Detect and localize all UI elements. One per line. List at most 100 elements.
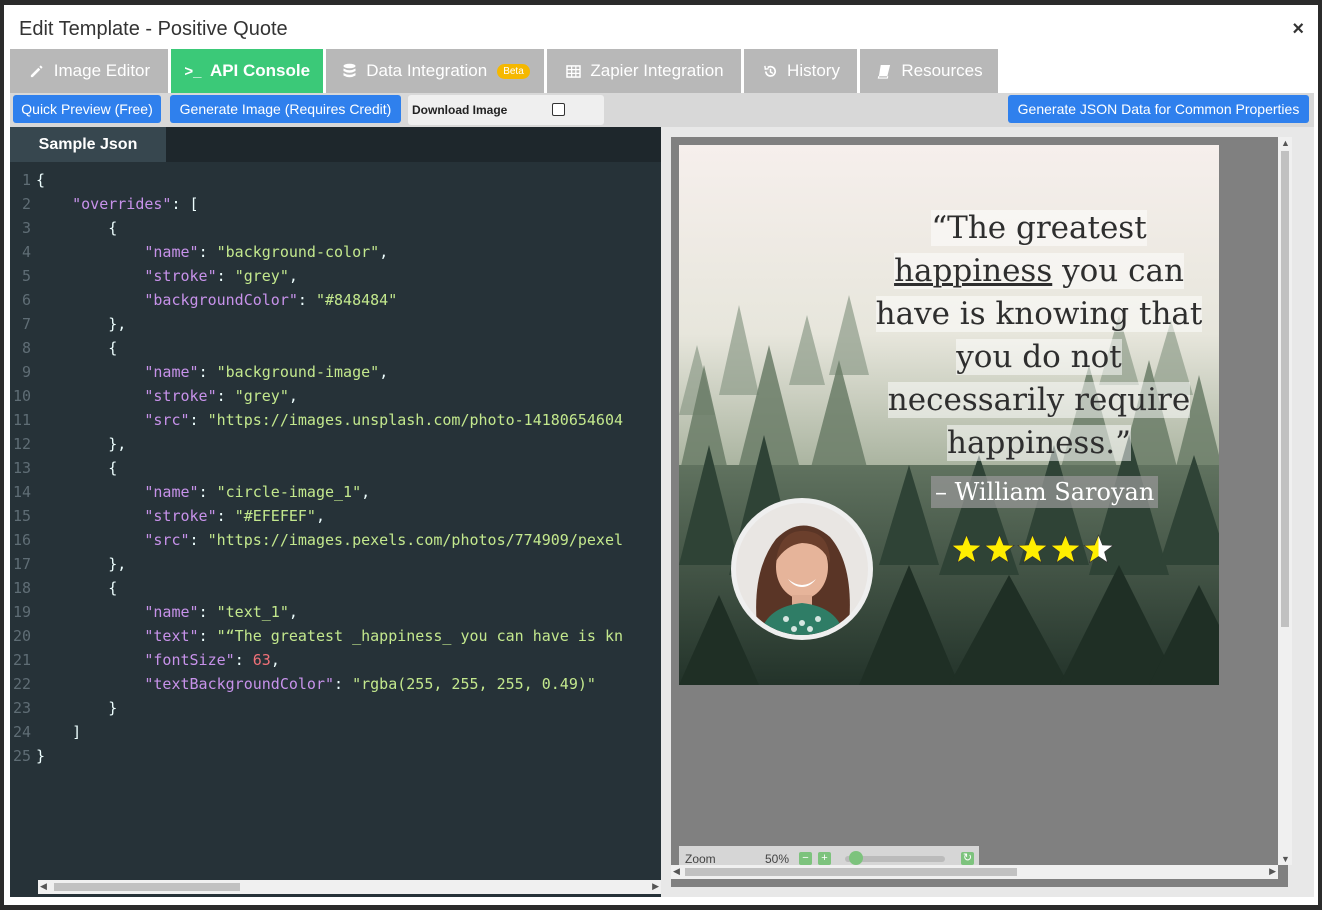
line-number: 15 [12,507,31,525]
scrollbar-thumb[interactable] [685,868,1017,876]
code-line: 4 "name": "background-color", [10,240,661,264]
preview-horizontal-scrollbar[interactable]: ◀ ▶ [671,865,1278,879]
book-icon [875,64,893,79]
scroll-up-icon[interactable]: ▲ [1281,138,1290,148]
code-line: 16 "src": "https://images.pexels.com/pho… [10,528,661,552]
line-number: 17 [12,555,31,573]
line-number: 13 [12,459,31,477]
zoom-in-icon[interactable]: + [818,852,831,865]
line-number: 18 [12,579,31,597]
code-line: 25} [10,744,661,768]
line-number: 11 [12,411,31,429]
terminal-icon: >_ [184,62,202,80]
quote-author: – William Saroyan [931,476,1159,508]
generate-json-button[interactable]: Generate JSON Data for Common Properties [1008,95,1309,123]
download-image-checkbox[interactable] [552,103,565,116]
template-preview-image: “The greatest happiness you can have is … [679,145,1219,685]
scrollbar-thumb[interactable] [1281,151,1289,627]
code-text: "backgroundColor": "#848484" [144,291,398,309]
tab-zapier-integration[interactable]: Zapier Integration [547,49,741,93]
scrollbar-thumb[interactable] [54,883,240,891]
history-icon [761,64,779,79]
line-number: 24 [12,723,31,741]
preview-canvas-area: “The greatest happiness you can have is … [671,137,1288,887]
zoom-slider-handle[interactable] [849,851,863,865]
reset-zoom-icon[interactable]: ↻ [961,852,974,865]
tab-history[interactable]: History [744,49,857,93]
preview-panel: “The greatest happiness you can have is … [661,127,1314,897]
line-number: 14 [12,483,31,501]
code-line: 5 "stroke": "grey", [10,264,661,288]
code-line: 13 { [10,456,661,480]
scroll-right-icon[interactable]: ▶ [1269,866,1276,877]
scroll-left-icon[interactable]: ◀ [40,881,47,892]
quote-line: necessarily require [887,382,1191,418]
scroll-down-icon[interactable]: ▼ [1281,854,1290,864]
preview-vertical-scrollbar[interactable]: ▲ ▼ [1278,137,1292,865]
star-icon [1050,534,1081,564]
scroll-left-icon[interactable]: ◀ [673,866,680,877]
tab-resources[interactable]: Resources [860,49,998,93]
tab-api-console[interactable]: >_ API Console [171,49,323,93]
line-number: 22 [12,675,31,693]
tab-image-editor[interactable]: Image Editor [10,49,168,93]
json-editor: Sample Json 1{2 "overrides": [3 {4 "name… [10,127,661,897]
code-line: 9 "name": "background-image", [10,360,661,384]
code-text: "src": "https://images.unsplash.com/phot… [144,411,624,429]
line-number: 20 [12,627,31,645]
tab-label: History [787,61,840,80]
code-line: 22 "textBackgroundColor": "rgba(255, 255… [10,672,661,696]
line-number: 12 [12,435,31,453]
action-toolbar: Quick Preview (Free) Generate Image (Req… [10,93,1314,131]
table-icon [564,64,582,78]
close-icon[interactable]: × [1292,18,1304,41]
line-number: 23 [12,699,31,717]
editor-tab-bar: Sample Json [10,127,661,162]
tab-bar: Image Editor >_ API Console Data Integra… [10,49,1314,93]
quote-line-rest: you can [1052,253,1184,289]
code-text: "fontSize": 63, [144,651,280,669]
beta-badge: Beta [497,63,530,79]
zoom-out-icon[interactable]: − [799,852,812,865]
code-text: ] [36,723,82,741]
editor-horizontal-scrollbar[interactable]: ◀ ▶ [38,880,661,894]
download-image-label: Download Image [412,103,508,117]
code-line: 6 "backgroundColor": "#848484" [10,288,661,312]
quick-preview-button[interactable]: Quick Preview (Free) [13,95,161,123]
scroll-right-icon[interactable]: ▶ [652,881,659,892]
zoom-label: Zoom [685,852,716,866]
code-text: "name": "text_1", [144,603,298,621]
code-line: 8 { [10,336,661,360]
quote-underlined-word: happiness [894,253,1053,289]
database-icon [340,63,358,79]
code-text: "stroke": "grey", [144,267,298,285]
code-text: "textBackgroundColor": "rgba(255, 255, 2… [144,675,596,693]
portrait-image [736,503,868,635]
edit-template-modal: Edit Template - Positive Quote × Image E… [4,5,1318,905]
code-area[interactable]: 1{2 "overrides": [3 {4 "name": "backgrou… [10,168,661,878]
code-line: 3 { [10,216,661,240]
code-line: 20 "text": "“The greatest _happiness_ yo… [10,624,661,648]
code-text: }, [36,435,127,453]
tab-label: Resources [901,61,983,80]
code-text: "overrides": [ [72,195,199,213]
code-line: 12 }, [10,432,661,456]
tab-data-integration[interactable]: Data Integration Beta [326,49,544,93]
line-number: 5 [21,267,31,285]
line-number: 6 [21,291,31,309]
code-line: 10 "stroke": "grey", [10,384,661,408]
star-icon [1083,534,1114,564]
line-number: 8 [21,339,31,357]
line-number: 9 [21,363,31,381]
code-line: 7 }, [10,312,661,336]
code-text: "stroke": "grey", [144,387,298,405]
line-number: 25 [12,747,31,765]
code-text: { [36,459,118,477]
tab-label: API Console [209,61,311,80]
sample-json-tab[interactable]: Sample Json [10,127,166,162]
generate-image-button[interactable]: Generate Image (Requires Credit) [170,95,401,123]
code-line: 23 } [10,696,661,720]
code-text: } [36,747,46,765]
code-text: }, [36,315,127,333]
line-number: 7 [21,315,31,333]
